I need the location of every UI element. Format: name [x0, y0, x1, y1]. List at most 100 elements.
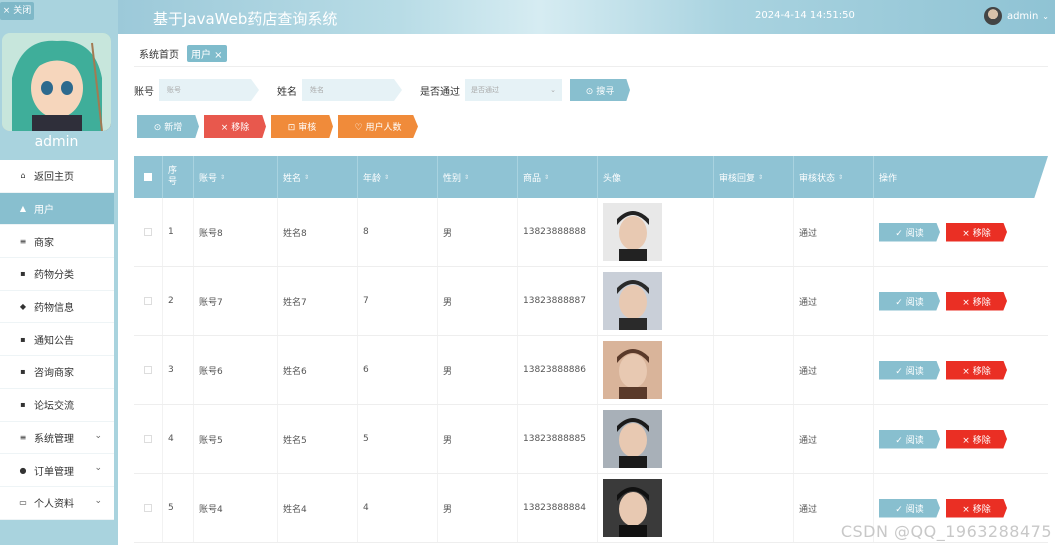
row-remove-button[interactable]: × 移除 [946, 498, 1007, 518]
cell-account: 账号4 [194, 474, 278, 542]
row-remove-button[interactable]: × 移除 [946, 429, 1007, 449]
read-button[interactable]: ✓ 阅读 [879, 360, 940, 380]
sidebar-item[interactable]: ⌂ 返回主页 [0, 160, 114, 193]
menu-icon: ● [19, 465, 27, 475]
audit-button[interactable]: ⊡ 审核 [271, 115, 333, 138]
search-bar: 账号 账号 姓名 姓名 是否通过 是否通过 ⌄ ⊙ 搜寻 [134, 78, 630, 102]
user-table: 序号 账号 ⇕ 姓名 ⇕ 年龄 ⇕ 性别 ⇕ 商品 ⇕ 头像 审核回复 ⇕ 审核状态 ⇕ 操作… [134, 156, 1048, 543]
menu-icon: ▪ [20, 334, 26, 344]
col-age[interactable]: 年龄 ⇕ [358, 156, 438, 198]
breadcrumb-home[interactable]: 系统首页 [139, 46, 179, 61]
tab-users[interactable]: 用户 × [187, 44, 227, 62]
col-name[interactable]: 姓名 ⇕ [278, 156, 358, 198]
user-photo[interactable] [603, 203, 662, 261]
approved-select[interactable]: 是否通过 ⌄ [465, 79, 562, 101]
table-row: 2 账号7 姓名7 7 男 13823888887 通过 ✓ 阅读 × 移除 [134, 267, 1048, 336]
cell-name: 姓名6 [278, 336, 358, 404]
sidebar-item[interactable]: ▪ 论坛交流 [0, 389, 114, 422]
divider [134, 66, 1048, 67]
sidebar-item[interactable]: ≡ 商家 [0, 225, 114, 259]
cell-name: 姓名4 [278, 474, 358, 542]
select-all-checkbox[interactable] [134, 156, 163, 198]
col-index: 序号 [163, 156, 194, 198]
cell-account: 账号8 [194, 198, 278, 266]
cell-photo [598, 336, 714, 404]
row-remove-button[interactable]: × 移除 [946, 360, 1007, 380]
sidebar-item-label: 通知公告 [34, 335, 74, 347]
sidebar-item-label: 论坛交流 [34, 401, 74, 413]
sidebar-item[interactable]: ● 订单管理 ⌄ [0, 454, 114, 487]
col-gender[interactable]: 性别 ⇕ [438, 156, 518, 198]
sidebar-menu: ⌂ 返回主页 ▲ 用户 ≡ 商家 ▪ 药物分类 ◆ 药物信息 ▪ 通知公告 ▪ 咨询商家 ▪ 论坛交流 ≡ 系统管… [0, 160, 114, 520]
sidebar-item[interactable]: ▲ 用户 [0, 192, 114, 226]
sort-icon: ⇕ [304, 173, 310, 181]
sidebar-avatar [2, 33, 111, 131]
breadcrumb: 系统首页 用户 × [134, 44, 227, 62]
chevron-down-icon: ⌄ [550, 86, 556, 94]
row-checkbox[interactable] [134, 267, 163, 335]
user-photo[interactable] [603, 341, 662, 399]
col-product[interactable]: 商品 ⇕ [518, 156, 598, 198]
cell-photo [598, 405, 714, 473]
user-photo[interactable] [603, 410, 662, 468]
app-title: 基于JavaWeb药店查询系统 [153, 10, 338, 28]
read-button[interactable]: ✓ 阅读 [879, 498, 940, 518]
header-user-menu[interactable]: admin ⌄ [983, 7, 1049, 25]
table-row: 3 账号6 姓名6 6 男 13823888886 通过 ✓ 阅读 × 移除 [134, 336, 1048, 405]
action-toolbar: ⊙ 新增 × 移除 ⊡ 审核 ♡ 用户人数 [137, 115, 423, 138]
cell-reply [714, 405, 794, 473]
sidebar-item[interactable]: ▪ 咨询商家 [0, 356, 114, 389]
col-reply[interactable]: 审核回复 ⇕ [714, 156, 794, 198]
menu-icon: ▲ [19, 204, 27, 214]
cell-gender: 男 [438, 267, 518, 335]
remove-button[interactable]: × 移除 [204, 115, 266, 138]
cell-actions: ✓ 阅读 × 移除 [874, 198, 1048, 266]
sort-icon: ⇕ [758, 173, 764, 181]
menu-icon: ◆ [19, 302, 27, 312]
cell-product: 13823888887 [518, 267, 598, 335]
sidebar-item[interactable]: ▪ 通知公告 [0, 323, 114, 357]
menu-icon: ▭ [19, 498, 27, 508]
table-row: 4 账号5 姓名5 5 男 13823888885 通过 ✓ 阅读 × 移除 [134, 405, 1048, 474]
cell-age: 7 [358, 267, 438, 335]
search-button[interactable]: ⊙ 搜寻 [570, 79, 630, 101]
col-actions: 操作 [879, 173, 898, 184]
cell-age: 5 [358, 405, 438, 473]
row-checkbox[interactable] [134, 405, 163, 473]
cell-actions: ✓ 阅读 × 移除 [874, 405, 1048, 473]
chevron-down-icon: ⌄ [94, 430, 102, 441]
cell-product: 13823888886 [518, 336, 598, 404]
sidebar-item[interactable]: ▭ 个人资料 ⌄ [0, 487, 114, 520]
sidebar-item[interactable]: ≡ 系统管理 ⌄ [0, 422, 114, 455]
col-status[interactable]: 审核状态 ⇕ [794, 156, 874, 198]
sort-icon: ⇕ [838, 173, 844, 181]
cell-account: 账号7 [194, 267, 278, 335]
cell-gender: 男 [438, 336, 518, 404]
read-button[interactable]: ✓ 阅读 [879, 222, 940, 242]
close-sidebar-button[interactable]: × 关闭 [0, 2, 34, 20]
table-body: 1 账号8 姓名8 8 男 13823888888 通过 ✓ 阅读 × 移除 2 账号7 姓名7 7 男 1… [134, 198, 1048, 543]
account-input[interactable]: 账号 [159, 79, 259, 101]
row-checkbox[interactable] [134, 474, 163, 542]
user-count-button[interactable]: ♡ 用户人数 [338, 115, 418, 138]
user-photo[interactable] [603, 272, 662, 330]
cell-status: 通过 [794, 405, 874, 473]
cell-product: 13823888888 [518, 198, 598, 266]
name-input[interactable]: 姓名 [302, 79, 402, 101]
cell-status: 通过 [794, 336, 874, 404]
row-remove-button[interactable]: × 移除 [946, 291, 1007, 311]
sidebar-item[interactable]: ◆ 药物信息 [0, 291, 114, 324]
add-button[interactable]: ⊙ 新增 [137, 115, 199, 138]
row-checkbox[interactable] [134, 198, 163, 266]
col-account[interactable]: 账号 ⇕ [194, 156, 278, 198]
read-button[interactable]: ✓ 阅读 [879, 429, 940, 449]
sidebar-item[interactable]: ▪ 药物分类 [0, 258, 114, 291]
sidebar-item-label: 咨询商家 [34, 368, 74, 380]
read-button[interactable]: ✓ 阅读 [879, 291, 940, 311]
col-photo: 头像 [598, 156, 714, 198]
sidebar-item-label: 返回主页 [34, 172, 74, 184]
row-checkbox[interactable] [134, 336, 163, 404]
row-remove-button[interactable]: × 移除 [946, 222, 1007, 242]
user-photo[interactable] [603, 479, 662, 537]
sidebar-item-label: 药物分类 [34, 270, 74, 282]
